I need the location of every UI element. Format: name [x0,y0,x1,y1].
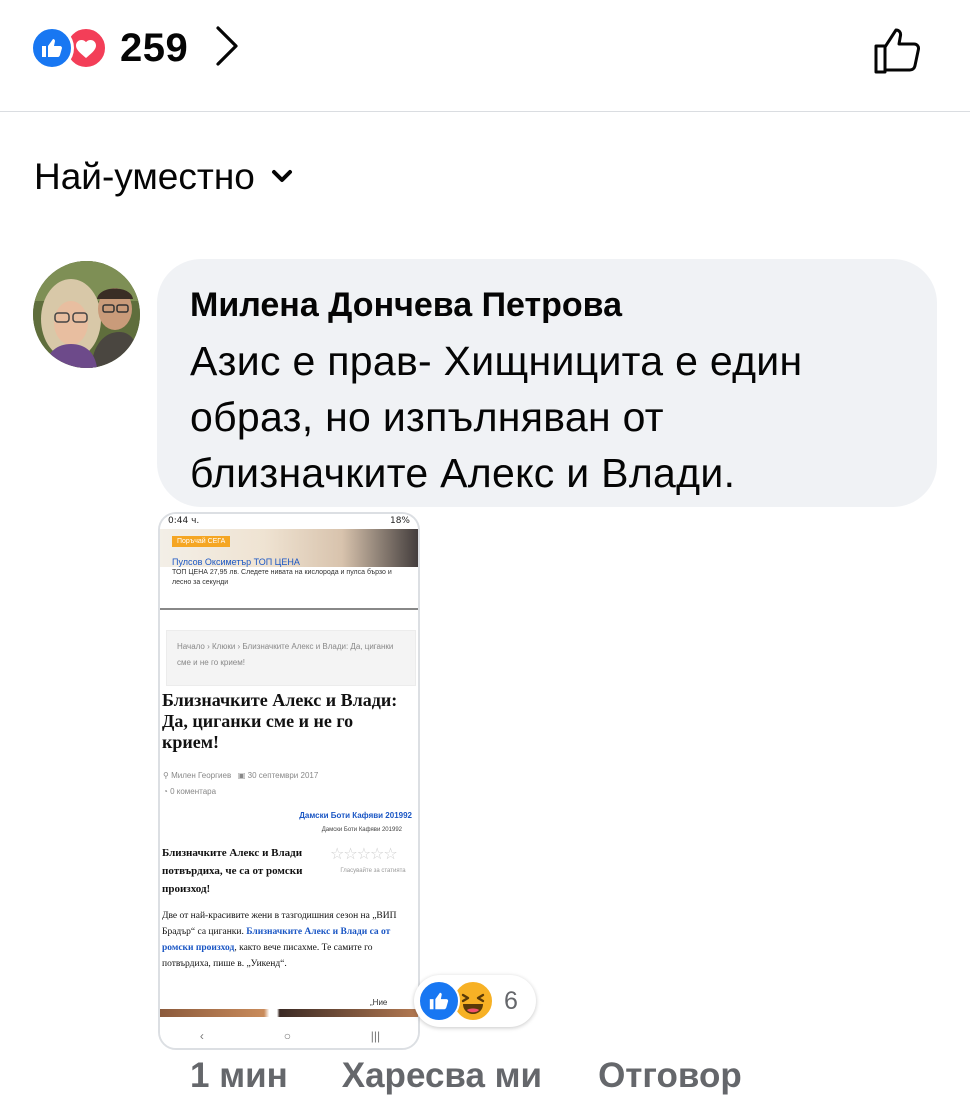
attachment-status-bar: 0:44 ч. 18% [160,514,418,529]
attachment-ad-body: ТОП ЦЕНА 27,95 лв. Следете нивата на кис… [172,569,392,586]
attachment-brand-link: Дамски Боти Кафяви 201992 [299,811,412,820]
attachment-breadcrumb: Начало › Клюки › Близначките Алекс и Вла… [166,630,416,686]
comment-bubble: Милена Дончева Петрова Азис е прав- Хищн… [157,259,937,507]
comment-like-button[interactable]: Харесва ми [342,1056,542,1096]
attachment-author: Милен Георгиев [171,771,232,780]
comment-text-line: образ, но изпълняван от [190,394,664,440]
attachment-status-battery: 18% [389,516,410,526]
comment-text-line: Азис е прав- Хищницита е един [190,338,803,384]
comment-timestamp[interactable]: 1 мин [190,1056,288,1096]
back-nav-icon: ‹ [199,1029,204,1043]
attachment-status-time: 0:44 ч. [168,516,200,526]
comment-reaction-count: 6 [504,986,518,1015]
home-nav-icon: ○ [283,1029,291,1043]
like-button-icon[interactable] [870,20,928,78]
attachment-article-meta: ⚲ Милен Георгиев ▣ 30 септември 2017 ◔ 0… [163,768,413,800]
attachment-comments: 0 коментара [170,787,217,796]
star-rating-icon: ☆☆☆☆☆ [330,846,398,863]
attachment-ad-text: Пулсов Оксиметър ТОП ЦЕНА ТОП ЦЕНА 27,95… [172,557,412,588]
comment-author[interactable]: Милена Дончева Петрова [190,283,905,327]
recents-nav-icon: ||| [370,1029,381,1043]
like-reaction-icon [418,980,460,1022]
comment-icon: ◔ [163,787,171,796]
comment-reply-button[interactable]: Отговор [598,1056,742,1096]
sort-label: Най-уместно [34,156,255,197]
chevron-right-icon [214,24,240,73]
comment-text-line: близначките Алекс и Влади. [190,450,736,496]
calendar-icon: ▣ [237,771,248,780]
reaction-count: 259 [120,25,189,70]
reactions-summary[interactable]: 259 [30,24,240,72]
post-reactions-bar: 259 [0,0,970,112]
person-icon: ⚲ [163,771,172,780]
attachment-ad-button: Поръчай СЕГА [172,536,231,547]
like-reaction-icon [30,26,74,70]
attachment-divider [160,608,418,610]
attachment-cut-text: „Ние [370,998,388,1007]
attachment-article-title: Близначките Алекс и Влади: Да, циганки с… [162,690,398,752]
comment-text: Азис е прав- Хищницита е един образ, но … [190,333,905,501]
attachment-date: 30 септември 2017 [247,771,319,780]
comment-actions: 1 мин Харесва ми Отговор [190,1056,742,1096]
attachment-ad-title: Пулсов Оксиметър ТОП ЦЕНА [172,557,300,567]
attached-screenshot-image[interactable]: 0:44 ч. 18% Поръчай СЕГА Пулсов Оксиметъ… [158,512,420,1050]
avatar[interactable] [33,261,140,368]
attachment-vote-label: Гласувайте за статията [340,868,406,874]
comment-sort-dropdown[interactable]: Най-уместно [34,156,293,198]
attachment-article-body: Две от най-красивите жени в тазгодишния … [162,908,416,972]
attachment-brand-sub: Дамски Боти Кафяви 201992 [321,827,402,833]
attachment-photo-strip [160,1009,418,1017]
attachment-nav-bar: ‹ ○ ||| [160,1022,418,1048]
chevron-down-icon [271,169,293,190]
attachment-subtitle: Близначките Алекс и Влади потвърдиха, че… [162,847,303,895]
comment-reactions[interactable]: 6 [414,975,536,1027]
